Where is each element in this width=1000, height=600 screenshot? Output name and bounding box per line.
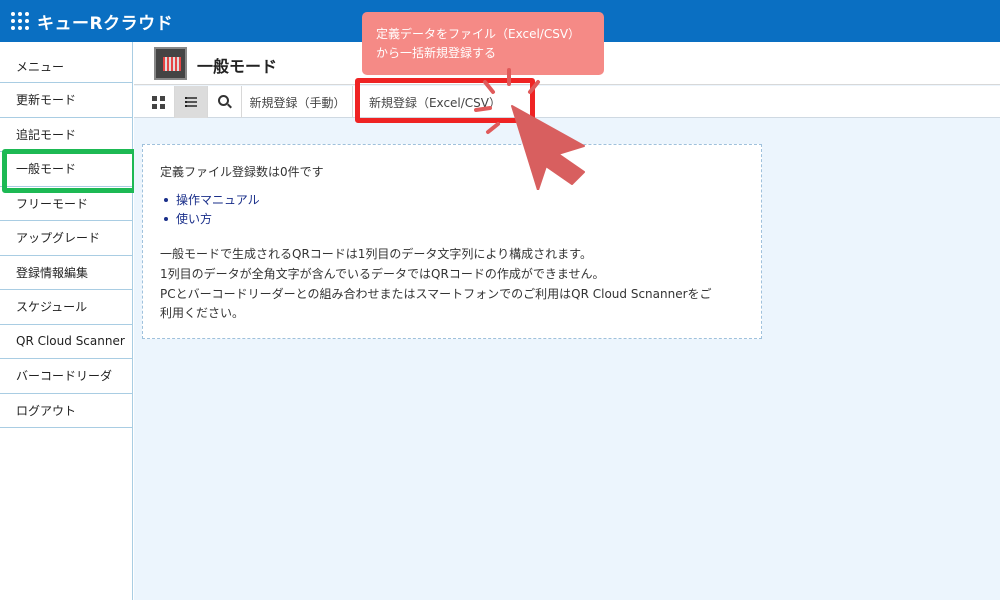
sidebar-item-upgrade[interactable]: アップグレード (0, 221, 132, 256)
grid-icon (151, 95, 165, 109)
manual-link[interactable]: 操作マニュアル (164, 190, 260, 209)
click-pointer-icon (474, 68, 585, 190)
note-line: 一般モードで生成されるQRコードは1列目のデータ文字列により構成されます。 (160, 247, 592, 261)
sidebar-item-barcode-reader[interactable]: バーコードリーダ (0, 359, 132, 394)
usage-link-label[interactable]: 使い方 (176, 210, 212, 227)
tooltip-line: 定義データをファイル（Excel/CSV） (376, 27, 581, 41)
search-button[interactable] (209, 86, 242, 118)
sidebar-item-account-edit[interactable]: 登録情報編集 (0, 256, 132, 290)
grid-view-button[interactable] (142, 86, 175, 118)
sidebar-item-schedule[interactable]: スケジュール (0, 290, 132, 325)
help-link-list: 操作マニュアル 使い方 (164, 190, 260, 228)
sidebar-item-menu[interactable]: メニュー (0, 42, 132, 83)
sidebar-item-update-mode[interactable]: 更新モード (0, 83, 132, 118)
page-title: 一般モード (197, 57, 278, 76)
bullet-icon (164, 216, 168, 221)
definition-count-text: 定義ファイル登録数は0件です (160, 165, 324, 179)
usage-link[interactable]: 使い方 (164, 209, 260, 228)
info-card: 定義ファイル登録数は0件です 操作マニュアル 使い方 一般モードで生成されるQR… (142, 144, 762, 339)
bullet-icon (164, 197, 168, 202)
new-register-manual-button[interactable]: 新規登録（手動） (243, 86, 353, 118)
sidebar-item-append-mode[interactable]: 追記モード (0, 118, 132, 152)
list-view-button[interactable] (175, 86, 208, 118)
note-line: 1列目のデータが全角文字が含んでいるデータではQRコードの作成ができません。 (160, 267, 605, 281)
search-icon (218, 95, 232, 109)
barcode-mode-icon (154, 47, 187, 80)
note-line: 利用ください。 (160, 306, 245, 320)
app-grid-icon[interactable] (11, 12, 29, 30)
sidebar-highlight-annotation (2, 149, 137, 193)
note-line: PCとバーコードリーダーとの組み合わせまたはスマートフォンでのご利用はQR Cl… (160, 287, 712, 301)
manual-link-label[interactable]: 操作マニュアル (176, 191, 260, 208)
list-icon (185, 97, 197, 107)
new-register-manual-label: 新規登録（手動） (249, 95, 346, 110)
sidebar: メニュー 更新モード 追記モード 一般モード フリーモード アップグレード 登録… (0, 42, 133, 600)
sidebar-item-logout[interactable]: ログアウト (0, 394, 132, 428)
app-title: キューRクラウド (37, 13, 174, 34)
sidebar-item-qr-cloud-scanner[interactable]: QR Cloud Scanner (0, 325, 132, 359)
